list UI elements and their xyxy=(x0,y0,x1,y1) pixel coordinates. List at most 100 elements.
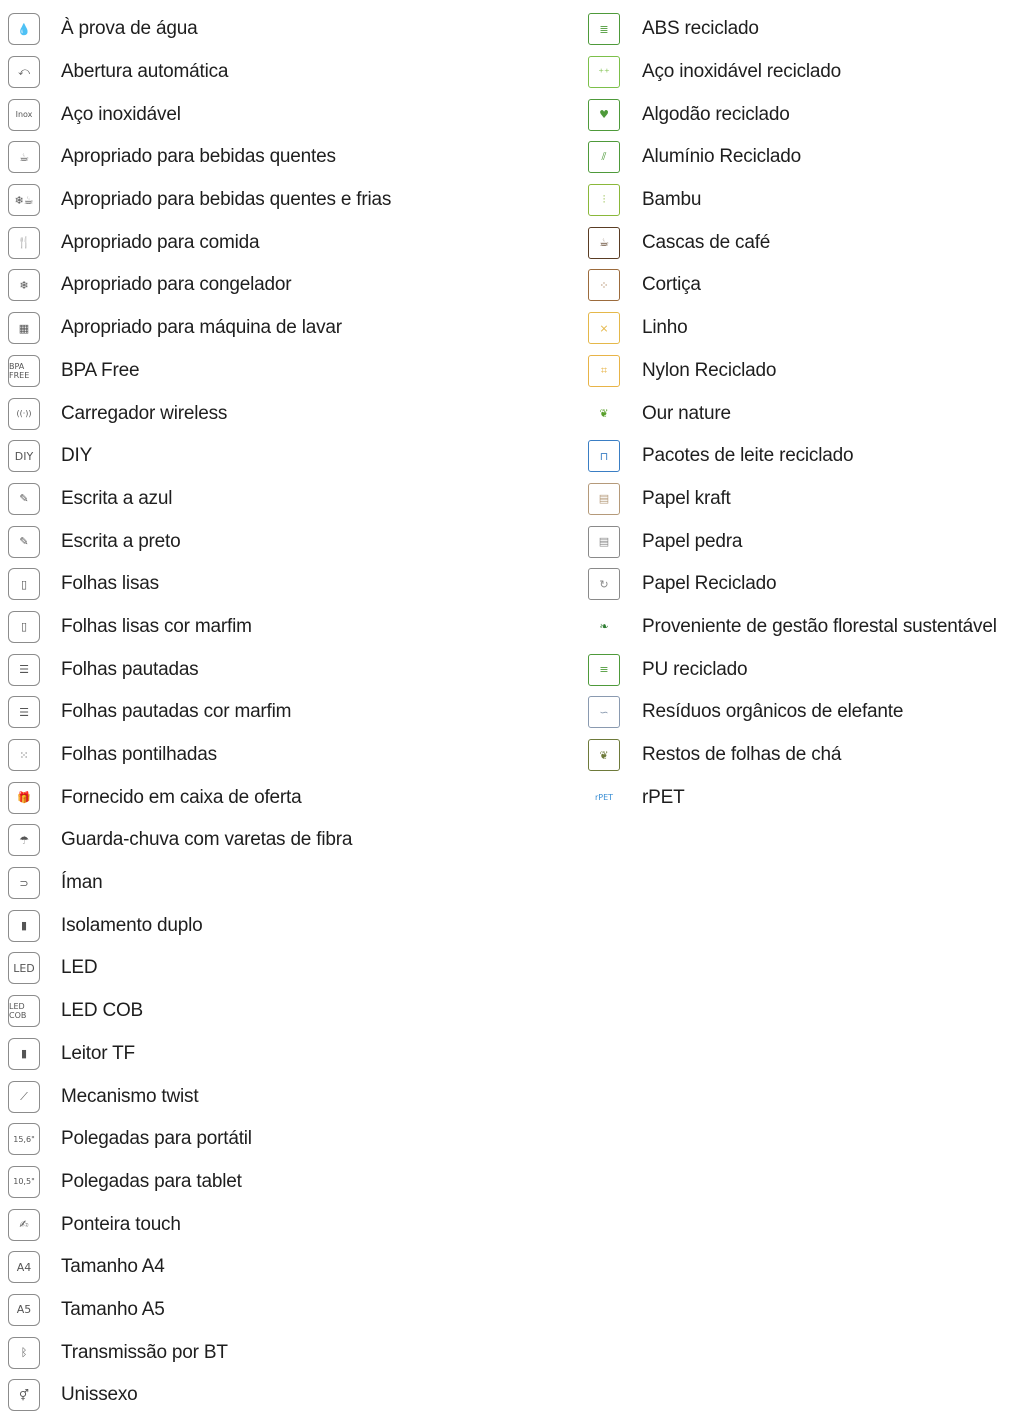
double-insulation-icon: ▮ xyxy=(8,909,40,942)
list-item: ≡ PU reciclado xyxy=(588,648,1016,691)
list-item: ⨯ Linho xyxy=(588,307,1016,350)
water-drop-icon: 💧 xyxy=(8,13,40,46)
list-item: ☕ Cascas de café xyxy=(588,221,1016,264)
list-item-label: Resíduos orgânicos de elefante xyxy=(642,701,904,723)
food-container-icon: 🍴 xyxy=(8,226,40,259)
list-item-label: Polegadas para portátil xyxy=(61,1128,252,1150)
recycled-aluminium-icon: ⫽ xyxy=(588,141,620,174)
rpet-bottle-icon: rPET xyxy=(588,781,620,814)
umbrella-fiber-icon: ☂ xyxy=(8,824,40,857)
list-item: ☰ Folhas pautadas xyxy=(8,648,568,691)
elephant-dung-icon: ∽ xyxy=(588,696,620,729)
list-item-label: DIY xyxy=(61,445,93,467)
list-item: ▯ Folhas lisas xyxy=(8,563,568,606)
list-item-label: PU reciclado xyxy=(642,658,748,680)
list-item: ⁙ Folhas pontilhadas xyxy=(8,734,568,777)
list-item: ☰ Folhas pautadas cor marfim xyxy=(8,691,568,734)
list-item-label: Proveniente de gestão florestal sustentá… xyxy=(642,615,997,637)
auto-open-icon: ⤺ xyxy=(8,56,40,89)
list-item-label: Restos de folhas de chá xyxy=(642,744,842,766)
list-item: ☂ Guarda-chuva com varetas de fibra xyxy=(8,819,568,862)
list-item: ((·)) Carregador wireless xyxy=(8,392,568,435)
list-item-label: Alumínio Reciclado xyxy=(642,146,802,168)
list-item-label: Unissexo xyxy=(61,1384,138,1406)
list-item: DIY DIY xyxy=(8,435,568,478)
list-item-label: Íman xyxy=(61,872,103,894)
list-item-label: À prova de água xyxy=(61,18,198,40)
ivory-plain-sheet-icon: ▯ xyxy=(8,610,40,643)
list-item: LED COB LED COB xyxy=(8,990,568,1033)
list-item: Inox Aço inoxidável xyxy=(8,93,568,136)
gift-box-icon: 🎁 xyxy=(8,781,40,814)
recycled-cotton-icon: ♥ xyxy=(588,98,620,131)
dotted-sheet-icon: ⁙ xyxy=(8,739,40,772)
list-item-label: Tamanho A4 xyxy=(61,1256,165,1278)
list-item: ∽ Resíduos orgânicos de elefante xyxy=(588,691,1016,734)
lined-sheet-icon: ☰ xyxy=(8,653,40,686)
list-item-label: Papel pedra xyxy=(642,530,743,552)
list-item-label: Folhas lisas xyxy=(61,573,159,595)
list-item: ▮ Isolamento duplo xyxy=(8,904,568,947)
list-item: A4 Tamanho A4 xyxy=(8,1246,568,1289)
list-item: ❦ Restos de folhas de chá xyxy=(588,734,1016,777)
our-nature-icon: ❦ xyxy=(588,397,620,430)
list-item-label: rPET xyxy=(642,786,685,808)
hot-drink-cup-icon: ☕ xyxy=(8,141,40,174)
linen-icon: ⨯ xyxy=(588,312,620,345)
list-item: 🎁 Fornecido em caixa de oferta xyxy=(8,776,568,819)
list-item: ❧ Proveniente de gestão florestal sustent… xyxy=(588,606,1016,649)
list-item-label: Ponteira touch xyxy=(61,1213,181,1235)
list-item-label: Folhas pautadas cor marfim xyxy=(61,701,292,723)
pen-blue-icon: ✎ xyxy=(8,482,40,515)
tablet-inches-icon: 10,5" xyxy=(8,1165,40,1198)
list-item: ᛒ Transmissão por BT xyxy=(8,1331,568,1374)
list-item: ⫶ Bambu xyxy=(588,179,1016,222)
diy-icon: DIY xyxy=(8,440,40,473)
list-item-label: Our nature xyxy=(642,402,731,424)
list-item-label: Leitor TF xyxy=(61,1042,135,1064)
bamboo-icon: ⫶ xyxy=(588,184,620,217)
list-item-label: BPA Free xyxy=(61,359,140,381)
list-item: ⚥ Unissexo xyxy=(8,1374,568,1417)
inox-icon: Inox xyxy=(8,98,40,131)
list-item-label: Apropriado para bebidas quentes e frias xyxy=(61,189,392,211)
list-item-label: Abertura automática xyxy=(61,61,229,83)
list-item-label: Mecanismo twist xyxy=(61,1085,199,1107)
list-item: ♥ Algodão reciclado xyxy=(588,93,1016,136)
plain-sheet-icon: ▯ xyxy=(8,568,40,601)
list-item: ⤺ Abertura automática xyxy=(8,51,568,94)
list-item-label: Polegadas para tablet xyxy=(61,1170,242,1192)
list-item-label: Tamanho A5 xyxy=(61,1298,165,1320)
list-item: ⌗ Nylon Reciclado xyxy=(588,350,1016,393)
list-item: ⫽ Alumínio Reciclado xyxy=(588,136,1016,179)
list-item-label: Algodão reciclado xyxy=(642,103,790,125)
recycled-abs-icon: ≣ xyxy=(588,13,620,46)
list-item: A5 Tamanho A5 xyxy=(8,1289,568,1332)
list-item: ☕ Apropriado para bebidas quentes xyxy=(8,136,568,179)
list-item-label: Folhas pontilhadas xyxy=(61,744,217,766)
tea-leaves-icon: ❦ xyxy=(588,739,620,772)
list-item-label: Apropriado para máquina de lavar xyxy=(61,317,342,339)
list-item: ⟋ Mecanismo twist xyxy=(8,1075,568,1118)
list-item-label: Linho xyxy=(642,317,688,339)
list-item-label: LED xyxy=(61,957,98,979)
touch-stylus-icon: ✍ xyxy=(8,1208,40,1241)
list-item: 15,6" Polegadas para portátil xyxy=(8,1118,568,1161)
recycled-pu-icon: ≡ xyxy=(588,653,620,686)
list-item-label: Apropriado para congelador xyxy=(61,274,292,296)
recycled-milk-carton-icon: ⊓ xyxy=(588,440,620,473)
list-item-label: Folhas lisas cor marfim xyxy=(61,615,252,637)
list-item: ❄☕ Apropriado para bebidas quentes e fria… xyxy=(8,179,568,222)
bluetooth-icon: ᛒ xyxy=(8,1336,40,1369)
ivory-lined-sheet-icon: ☰ xyxy=(8,696,40,729)
list-item: 10,5" Polegadas para tablet xyxy=(8,1161,568,1204)
list-item-label: Aço inoxidável xyxy=(61,103,181,125)
list-item-label: Carregador wireless xyxy=(61,402,228,424)
list-item: ✎ Escrita a preto xyxy=(8,520,568,563)
unisex-icon: ⚥ xyxy=(8,1379,40,1412)
recycled-steel-icon: ⁺⁺ xyxy=(588,56,620,89)
stone-paper-icon: ▤ xyxy=(588,525,620,558)
list-item-label: Escrita a azul xyxy=(61,487,173,509)
pen-black-icon: ✎ xyxy=(8,525,40,558)
list-item-label: ABS reciclado xyxy=(642,18,759,40)
